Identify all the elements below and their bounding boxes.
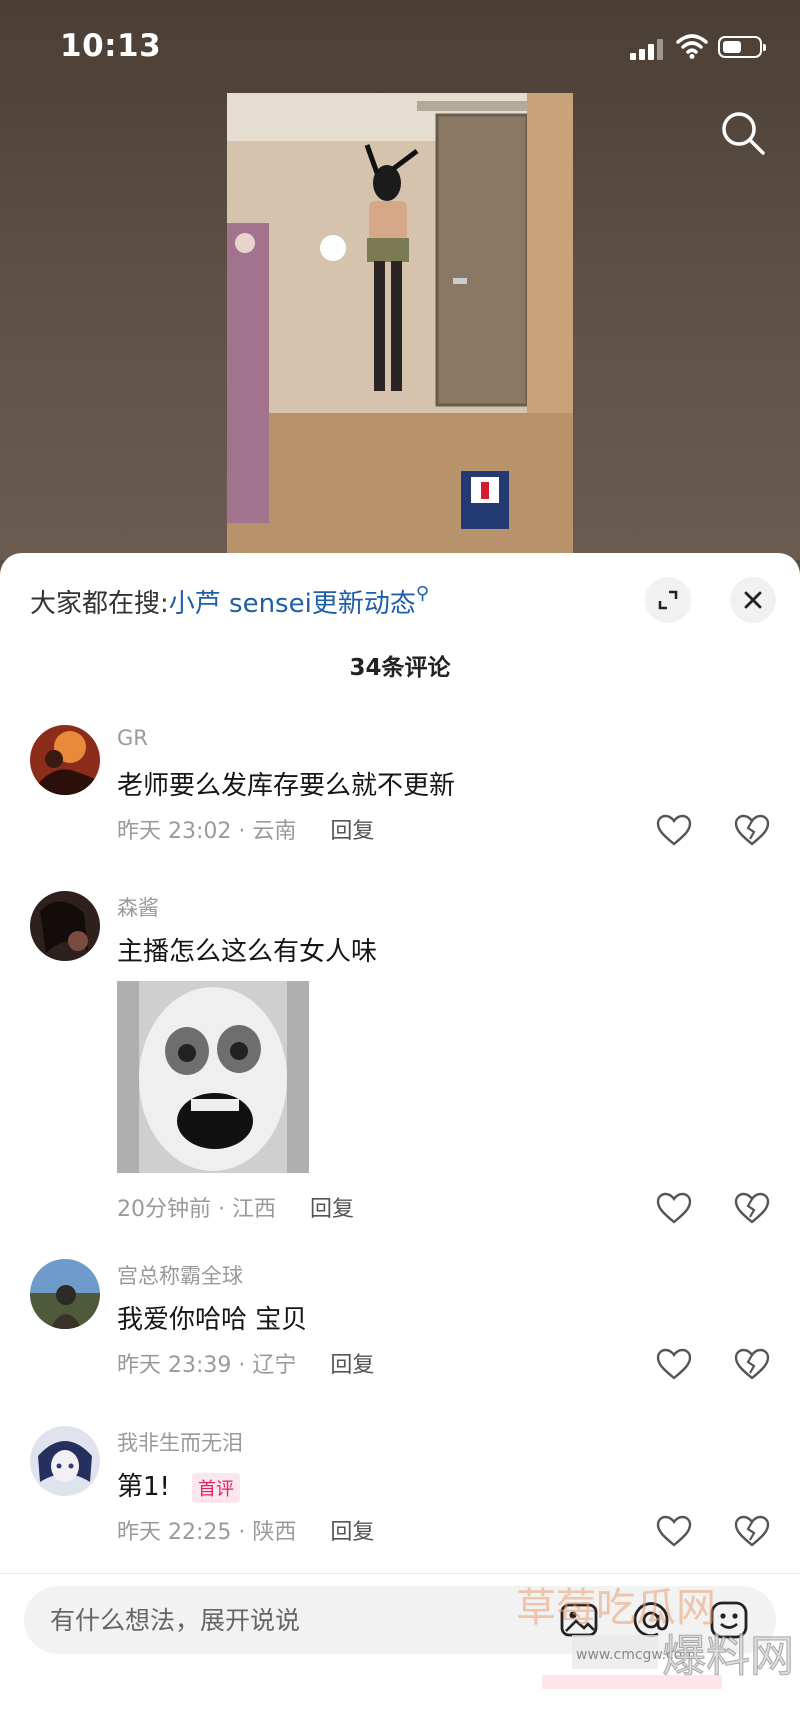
video-thumbnail[interactable] — [227, 93, 573, 553]
comment-text: 第1! — [117, 1472, 170, 1502]
broken-heart-icon[interactable] — [733, 1347, 771, 1381]
hot-search-query: 小芦 sensei更新动态 — [168, 589, 416, 619]
comment-meta: 20分钟前 · 江西 回复 — [117, 1191, 354, 1223]
comment-time-location: 昨天 23:02 · 云南 — [117, 819, 297, 844]
comment-time-location: 昨天 23:39 · 辽宁 — [117, 1353, 297, 1378]
heart-icon[interactable] — [655, 1191, 693, 1225]
comment-username[interactable]: GR — [117, 726, 148, 750]
avatar[interactable] — [30, 891, 100, 961]
comment-meta: 昨天 23:39 · 辽宁 回复 — [117, 1347, 374, 1379]
image-icon[interactable] — [558, 1599, 600, 1641]
small-search-icon: ⚲ — [415, 583, 430, 604]
comment-time-location: 昨天 22:25 · 陕西 — [117, 1520, 297, 1545]
comment-meta: 昨天 22:25 · 陕西 回复 — [117, 1514, 374, 1546]
avatar[interactable] — [30, 1259, 100, 1329]
broken-heart-icon[interactable] — [733, 813, 771, 847]
signal-icon — [630, 38, 666, 60]
comment-text: 我爱你哈哈 宝贝 — [117, 1305, 308, 1335]
heart-icon[interactable] — [655, 813, 693, 847]
battery-icon — [718, 36, 766, 58]
comment-username[interactable]: 森酱 — [117, 892, 159, 922]
search-icon[interactable] — [718, 108, 768, 158]
status-bar: 10:13 — [0, 0, 800, 95]
expand-icon — [658, 590, 678, 610]
at-icon[interactable] — [630, 1599, 672, 1641]
avatar[interactable] — [30, 725, 100, 795]
reply-button[interactable]: 回复 — [330, 1353, 374, 1378]
status-time: 10:13 — [60, 28, 162, 64]
reply-button[interactable]: 回复 — [330, 819, 374, 844]
comment-time-location: 20分钟前 · 江西 — [117, 1197, 276, 1222]
heart-icon[interactable] — [655, 1347, 693, 1381]
broken-heart-icon[interactable] — [733, 1191, 771, 1225]
expand-button[interactable] — [645, 577, 691, 623]
broken-heart-icon[interactable] — [733, 1514, 771, 1548]
first-comment-badge: 首评 — [191, 1472, 240, 1503]
comment-text: 老师要么发库存要么就不更新 — [117, 771, 456, 801]
comment-username[interactable]: 我非生而无泪 — [117, 1427, 243, 1457]
hot-search-prefix: 大家都在搜: — [30, 589, 169, 619]
comment-text: 主播怎么这么有女人味 — [117, 937, 378, 967]
comment-text-row: 第1! 首评 — [117, 1466, 240, 1503]
emoji-icon[interactable] — [708, 1599, 750, 1641]
comment-count: 34条评论 — [349, 655, 451, 681]
comments-sheet: 大家都在搜:小芦 sensei更新动态⚲ 34条评论 GR 老师要么发库存要么就… — [0, 553, 800, 1731]
hot-search-bar: 大家都在搜:小芦 sensei更新动态⚲ — [30, 583, 429, 620]
comment-username[interactable]: 宫总称霸全球 — [117, 1260, 243, 1290]
close-button[interactable] — [730, 577, 776, 623]
comment-meta: 昨天 23:02 · 云南 回复 — [117, 813, 374, 845]
comment-sticker-image[interactable] — [117, 981, 309, 1173]
wifi-icon — [676, 34, 708, 59]
avatar[interactable] — [30, 1426, 100, 1496]
input-divider — [0, 1573, 800, 1574]
close-icon — [744, 591, 762, 609]
hot-search-link[interactable]: 小芦 sensei更新动态⚲ — [168, 583, 429, 619]
reply-button[interactable]: 回复 — [330, 1520, 374, 1545]
heart-icon[interactable] — [655, 1514, 693, 1548]
reply-button[interactable]: 回复 — [310, 1197, 354, 1222]
